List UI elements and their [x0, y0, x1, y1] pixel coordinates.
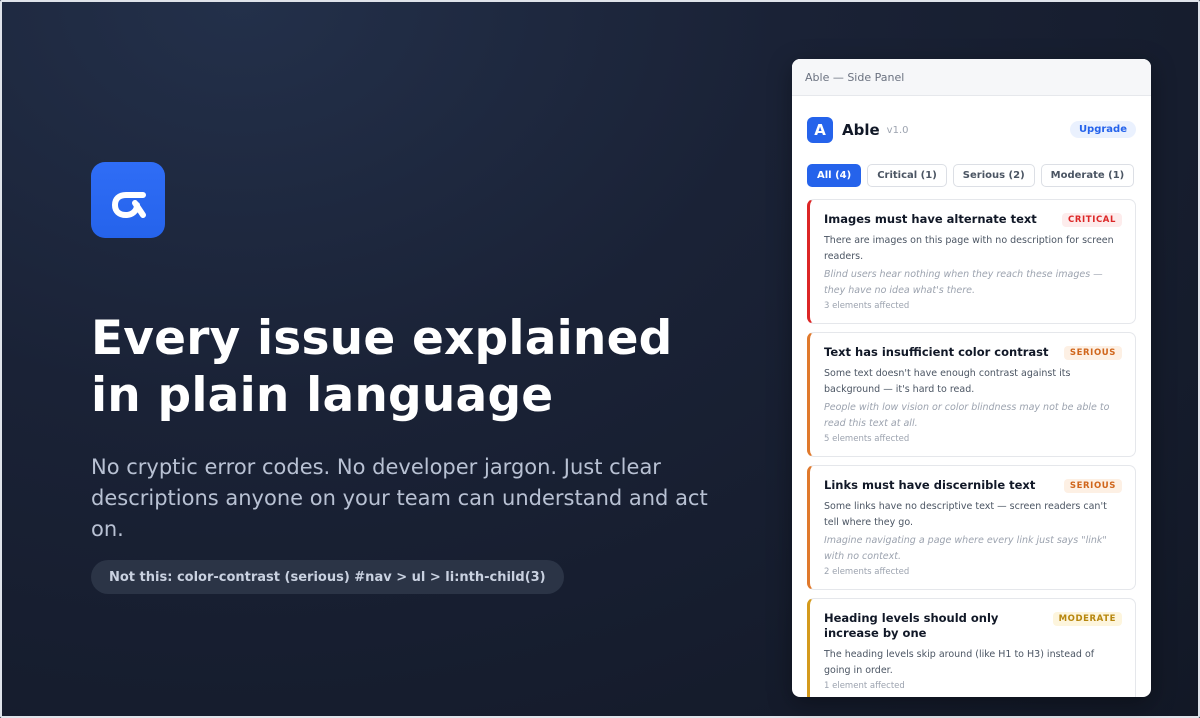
- able-logo-icon: [91, 162, 165, 238]
- not-this-code-badge: Not this: color-contrast (serious) #nav …: [91, 560, 564, 594]
- panel-header: A Able v1.0 Upgrade: [792, 96, 1151, 148]
- hero-headline-line2: in plain language: [91, 368, 554, 423]
- filter-moderate[interactable]: Moderate (1): [1040, 164, 1135, 187]
- severity-badge: SERIOUS: [1063, 479, 1122, 493]
- hero-subhead: No cryptic error codes. No developer jar…: [91, 455, 708, 541]
- issue-count: 2 elements affected: [824, 567, 910, 577]
- issue-title: Images must have alternate text: [824, 212, 1037, 226]
- issue-title: Heading levels should only increase by o…: [824, 611, 999, 640]
- filter-serious[interactable]: Serious (2): [952, 164, 1035, 187]
- severity-filters: All (4) Critical (1) Serious (2) Moderat…: [792, 148, 1151, 187]
- issue-card[interactable]: Heading levels should only increase by o…: [807, 598, 1136, 697]
- app-name: Able: [842, 120, 880, 139]
- issue-impact: Imagine navigating a page where every li…: [824, 535, 1107, 562]
- issue-card[interactable]: Images must have alternate text CRITICAL…: [807, 199, 1136, 324]
- filter-all[interactable]: All (4): [807, 164, 862, 187]
- issue-description: Some text doesn't have enough contrast a…: [824, 368, 1071, 395]
- panel-titlebar: Able — Side Panel: [792, 59, 1151, 96]
- issue-count: 1 element affected: [824, 681, 905, 691]
- issue-description: Some links have no descriptive text — sc…: [824, 501, 1107, 528]
- issue-title: Links must have discernible text: [824, 478, 1036, 492]
- issue-description: There are images on this page with no de…: [824, 235, 1114, 262]
- upgrade-button[interactable]: Upgrade: [1069, 121, 1136, 138]
- issue-impact: Blind users hear nothing when they reach…: [824, 269, 1103, 296]
- issue-title: Text has insufficient color contrast: [824, 345, 1049, 359]
- hero-headline: Every issue explained in plain language: [91, 310, 731, 424]
- issue-description: The heading levels skip around (like H1 …: [824, 649, 1095, 676]
- issue-card[interactable]: Links must have discernible text SERIOUS…: [807, 465, 1136, 590]
- severity-badge: CRITICAL: [1062, 213, 1122, 227]
- app-version: v1.0: [886, 125, 909, 136]
- app-badge-icon: A: [807, 116, 833, 143]
- side-panel: Able — Side Panel A Able v1.0 Upgrade Al…: [792, 59, 1151, 697]
- severity-badge: MODERATE: [1052, 612, 1122, 626]
- issue-count: 3 elements affected: [824, 301, 910, 311]
- issue-card[interactable]: Text has insufficient color contrast SER…: [807, 332, 1136, 457]
- severity-badge: SERIOUS: [1063, 346, 1122, 360]
- issue-impact: People with low vision or color blindnes…: [824, 402, 1110, 429]
- issue-count: 5 elements affected: [824, 434, 910, 444]
- issue-list: Images must have alternate text CRITICAL…: [792, 187, 1151, 697]
- filter-critical[interactable]: Critical (1): [867, 164, 947, 187]
- hero-headline-line1: Every issue explained: [91, 311, 673, 366]
